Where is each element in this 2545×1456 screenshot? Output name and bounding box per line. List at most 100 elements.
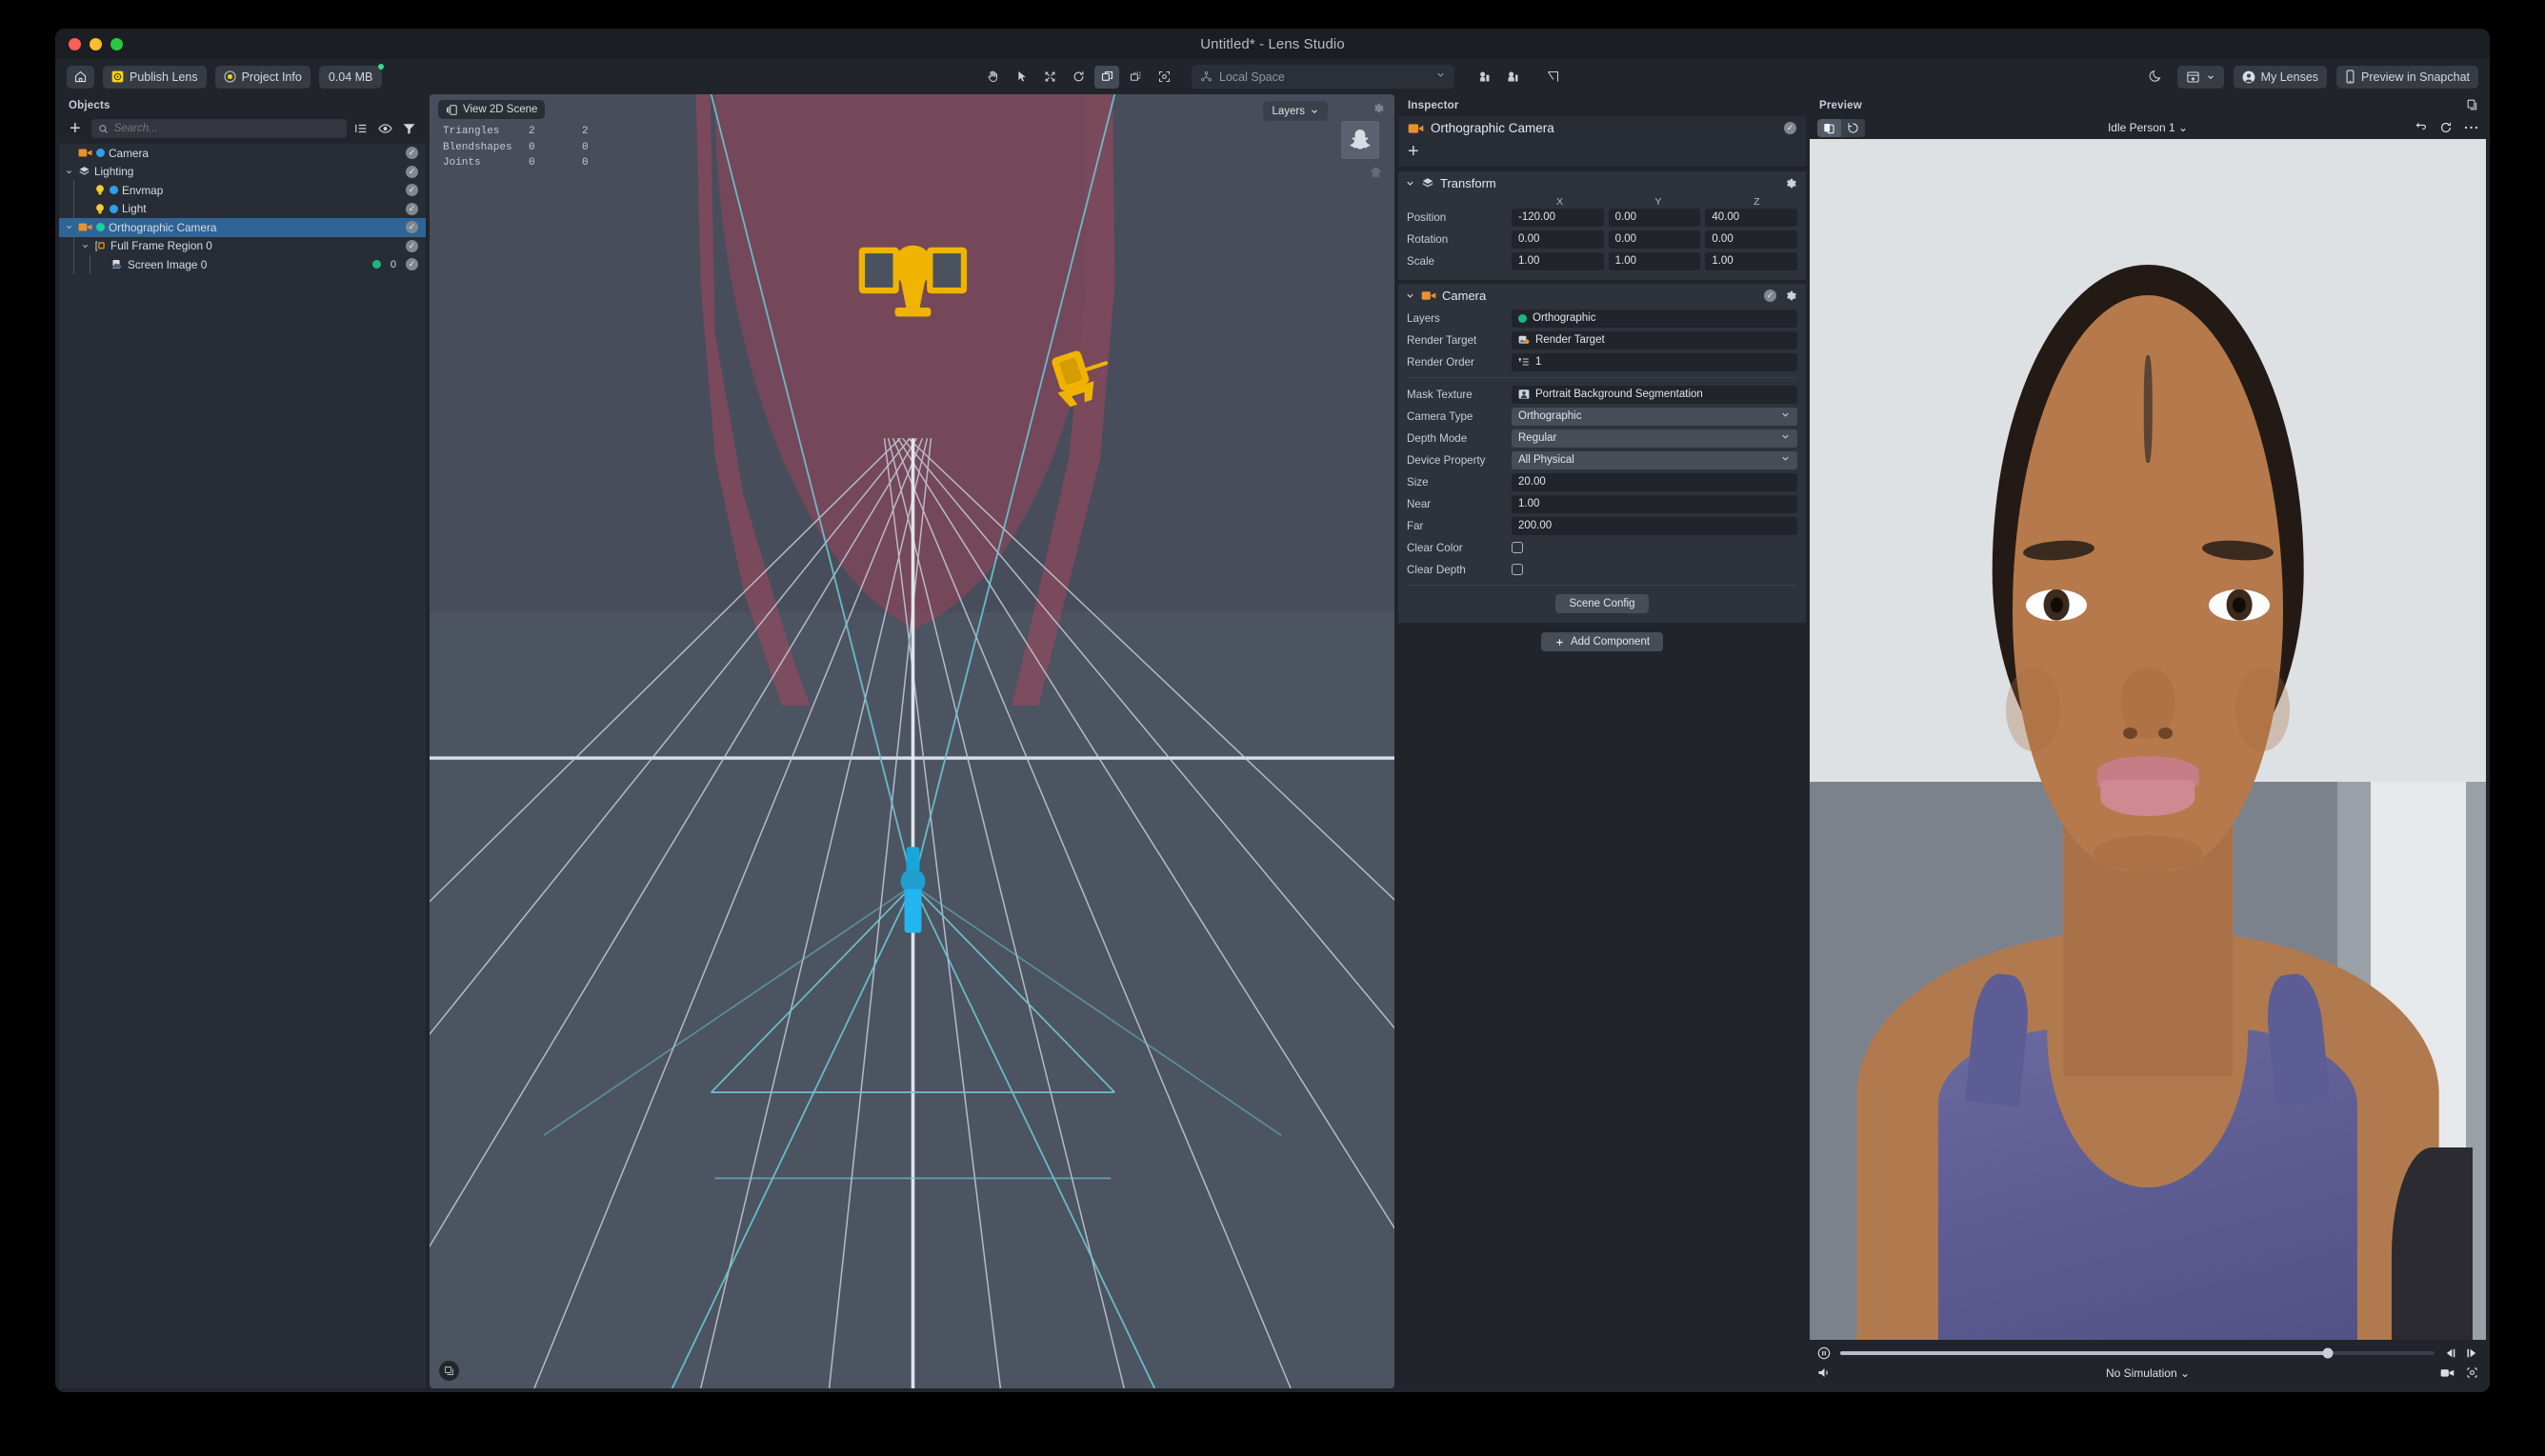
object-row-camera[interactable]: Camera ✓ (59, 144, 426, 163)
step-forward-button[interactable] (2465, 1347, 2478, 1359)
chevron-down-icon[interactable] (1405, 290, 1415, 301)
filter-icon[interactable] (403, 123, 415, 134)
add-object-button[interactable]: + (67, 119, 84, 138)
render-order-field[interactable]: 1 (1512, 352, 1797, 371)
row-enabled-checkbox[interactable]: ✓ (406, 147, 418, 160)
row-enabled-checkbox[interactable]: ✓ (406, 221, 418, 234)
transform-rotation-x-field[interactable]: 0.00 (1512, 229, 1604, 249)
transform-scale-x-field[interactable]: 1.00 (1512, 251, 1604, 270)
row-enabled-checkbox[interactable]: ✓ (406, 239, 418, 252)
preview-toolbar: Idle Person 1 ⌄ (1810, 116, 2486, 139)
preview-subject-dropdown[interactable]: Idle Person 1 ⌄ (1810, 121, 2486, 134)
device-property-select[interactable]: All Physical (1512, 450, 1797, 469)
pause-button[interactable] (1817, 1346, 1831, 1360)
transform-scale-z-field[interactable]: 1.00 (1705, 251, 1798, 270)
search-input[interactable] (113, 123, 340, 134)
visibility-icon[interactable] (378, 123, 392, 134)
depth-mode-select[interactable]: Regular (1512, 429, 1797, 448)
center-toggle-icon[interactable] (1500, 66, 1525, 89)
photo-lower-lip (2100, 780, 2195, 817)
render-order-label: Render Order (1407, 355, 1474, 369)
transform-scale-y-field[interactable]: 1.00 (1608, 251, 1701, 270)
viewport-canvas[interactable]: View 2D Scene Triangles 2 2 Blendshapes 0 0 Jo… (430, 94, 1394, 1388)
object-row-orthographic-camera[interactable]: Orthographic Camera ✓ (59, 218, 426, 237)
camera-settings-icon[interactable] (1784, 289, 1797, 303)
simulation-dropdown[interactable]: No Simulation ⌄ (1817, 1366, 2478, 1380)
row-enabled-checkbox[interactable]: ✓ (406, 165, 418, 178)
step-back-button[interactable] (2444, 1347, 2457, 1359)
hand-tool-icon[interactable] (980, 66, 1005, 89)
near-field[interactable]: 1.00 (1512, 494, 1797, 513)
object-row-full-frame-region-0[interactable]: Full Frame Region 0 ✓ (59, 236, 426, 255)
object-row-light[interactable]: Light ✓ (59, 199, 426, 218)
main-toolbar: Publish Lens Project Info 0.04 MB Local … (55, 59, 2490, 94)
far-field[interactable]: 200.00 (1512, 516, 1797, 535)
preview-popout-button[interactable] (2467, 94, 2486, 110)
home-button[interactable] (67, 65, 94, 89)
chevron-down-icon[interactable] (65, 223, 78, 231)
objects-tree[interactable]: Camera ✓ Lighting ✓ Envmap ✓ Light ✓ Orthographi… (59, 144, 426, 1388)
timeline-slider[interactable] (1840, 1347, 2435, 1358)
layers-field[interactable]: Orthographic (1512, 309, 1797, 328)
mask-texture-field[interactable]: Portrait Background Segmentation (1512, 385, 1797, 404)
transform-position-z-field[interactable]: 40.00 (1705, 208, 1798, 227)
transform-header[interactable]: Transform (1398, 171, 1806, 196)
camera-enabled-checkbox[interactable]: ✓ (1764, 289, 1776, 302)
object-row-screen-image-0[interactable]: Screen Image 0 0 ✓ (59, 255, 426, 274)
preview-stage[interactable] (1810, 139, 2486, 1340)
viewport-settings-button[interactable] (1372, 102, 1385, 115)
preview-in-snapchat-button[interactable]: Preview in Snapchat (2336, 65, 2478, 89)
transform-space-select[interactable]: Local Space (1192, 65, 1454, 89)
size-field[interactable]: 20.00 (1512, 472, 1797, 491)
viewport-2d-toggle[interactable] (439, 1361, 459, 1381)
rect-transform-tool-icon[interactable] (1123, 66, 1148, 89)
scale-tool-icon[interactable] (1094, 65, 1119, 89)
transform-title: Transform (1440, 176, 1496, 190)
move-tool-icon[interactable] (1037, 66, 1062, 89)
sort-icon[interactable] (354, 123, 368, 134)
scene-viewport[interactable]: View 2D Scene Triangles 2 2 Blendshapes 0 0 Jo… (430, 94, 1394, 1388)
row-enabled-checkbox[interactable]: ✓ (406, 184, 418, 197)
row-enabled-checkbox[interactable]: ✓ (406, 202, 418, 215)
viewport-home-button[interactable] (1369, 165, 1383, 178)
object-row-envmap[interactable]: Envmap ✓ (59, 181, 426, 200)
orientation-gizmo[interactable] (1341, 121, 1379, 159)
tree-guide-line (73, 236, 74, 255)
camera-type-select[interactable]: Orthographic (1512, 407, 1797, 426)
clear-color-checkbox[interactable] (1512, 542, 1523, 553)
transform-position-y-field[interactable]: 0.00 (1608, 208, 1701, 227)
clear-depth-checkbox[interactable] (1512, 564, 1523, 575)
chevron-down-icon[interactable] (81, 242, 94, 250)
chevron-down-icon[interactable] (1405, 178, 1415, 189)
snap-tool-icon[interactable] (1540, 66, 1565, 89)
rotate-tool-icon[interactable] (1066, 66, 1091, 89)
pivot-toggle-icon[interactable] (1472, 66, 1496, 89)
timeline-handle[interactable] (2322, 1347, 2334, 1358)
inspector-add-button[interactable]: + (1408, 142, 1796, 161)
layers-dropdown[interactable]: Layers (1263, 101, 1328, 121)
universal-tool-icon[interactable] (1152, 66, 1176, 89)
transform-rotation-z-field[interactable]: 0.00 (1705, 229, 1798, 249)
my-lenses-button[interactable]: My Lenses (2233, 65, 2328, 89)
view-mode-chip[interactable]: View 2D Scene (438, 100, 546, 119)
add-component-button[interactable]: Add Component (1540, 632, 1664, 651)
transform-position-x-field[interactable]: -120.00 (1512, 208, 1604, 227)
object-row-lighting[interactable]: Lighting ✓ (59, 163, 426, 182)
transform-settings-icon[interactable] (1784, 177, 1797, 190)
row-enabled-checkbox[interactable]: ✓ (406, 258, 418, 271)
selection-gizmo (900, 847, 926, 933)
transform-row-rotation: Rotation 0.00 0.00 0.00 (1398, 229, 1806, 249)
objects-search-box[interactable] (90, 119, 347, 138)
publish-lens-button[interactable]: Publish Lens (103, 65, 207, 89)
project-info-button[interactable]: Project Info (214, 65, 311, 89)
chevron-down-icon[interactable] (65, 168, 78, 176)
select-tool-icon[interactable] (1009, 66, 1033, 89)
new-window-button[interactable] (2176, 65, 2224, 89)
transform-rotation-y-field[interactable]: 0.00 (1608, 229, 1701, 249)
render-target-field[interactable]: Render Target (1512, 330, 1797, 349)
inspector-object-enabled-checkbox[interactable]: ✓ (1784, 122, 1796, 134)
scene-config-button[interactable]: Scene Config (1555, 594, 1649, 613)
dark-mode-toggle[interactable] (2143, 66, 2168, 89)
camera-header[interactable]: Camera ✓ (1398, 284, 1806, 309)
chevron-down-icon: ⌄ (2178, 121, 2189, 134)
